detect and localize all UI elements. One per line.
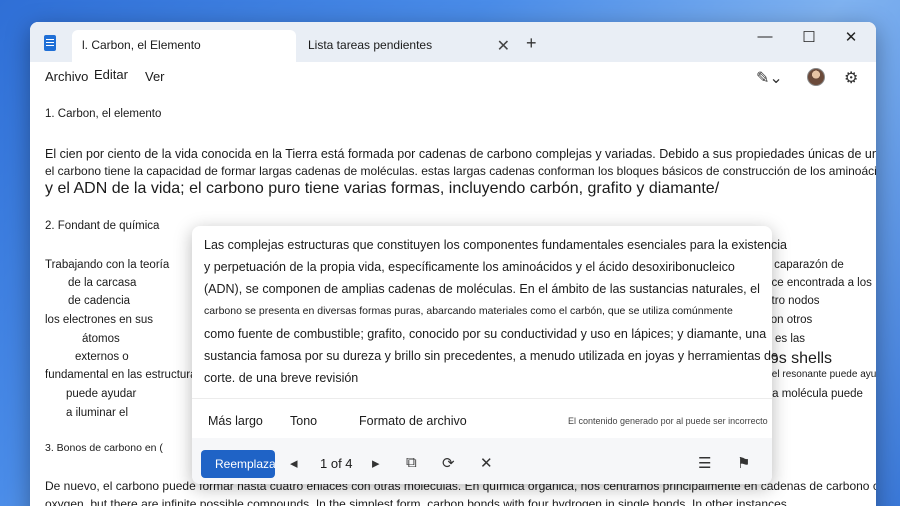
suggestion-line: Las complejas estructuras que constituye… — [204, 238, 787, 252]
chevron-right-icon[interactable]: ▸ — [372, 454, 380, 472]
new-tab-icon[interactable]: + — [526, 33, 537, 54]
tab-label: Lista tareas pendientes — [308, 38, 433, 52]
replace-button[interactable]: Reemplazar — [201, 450, 275, 478]
notepad-window: l. Carbon, el Elemento Lista tareas pend… — [30, 22, 876, 506]
menu-ver[interactable]: Ver — [145, 69, 165, 84]
tab-label: l. Carbon, el Elemento — [82, 38, 201, 52]
suggestion-line: y perpetuación de la propia vida, especí… — [204, 260, 735, 274]
gear-icon[interactable]: ⚙ — [844, 68, 858, 88]
right-fragment: con otros — [765, 314, 813, 326]
paragraph-1-line-1: El cien por ciento de la vida conocida e… — [45, 147, 876, 161]
close-window-icon[interactable]: ✕ — [836, 28, 866, 46]
copilot-rewrite-icon[interactable]: ✎⌄ — [756, 68, 783, 88]
right-fragment: es las — [775, 333, 806, 345]
rewrite-popup: Las complejas estructuras que constituye… — [192, 226, 787, 484]
option-tone[interactable]: Tono — [290, 414, 317, 428]
left-fragment: de cadencia — [68, 295, 131, 307]
menu-bar: Archivo Editar Ver ✎⌄ ⚙ — [30, 62, 876, 94]
suggestion-line: sustancia famosa por su dureza y brillo … — [204, 349, 778, 363]
maximize-icon[interactable]: ☐ — [794, 28, 824, 46]
regenerate-icon[interactable]: ⟳ — [442, 454, 455, 472]
rewrite-actions: Reemplazar ◂ 1 of 4 ▸ ⧉ ⟳ ✕ ☰ ⚑ — [192, 438, 772, 484]
tab-carbon-element[interactable]: l. Carbon, el Elemento — [72, 30, 296, 62]
flag-icon[interactable]: ⚑ — [737, 454, 750, 472]
chevron-left-icon[interactable]: ◂ — [290, 454, 298, 472]
option-format[interactable]: Formato de archivo — [359, 414, 467, 428]
suggestion-line: carbono se presenta en diversas formas p… — [204, 305, 733, 317]
notepad-icon — [44, 35, 56, 51]
left-fragment: a iluminar el — [66, 407, 128, 419]
heading-2: 2. Fondant de química — [45, 220, 160, 232]
suggestion-line: (ADN), se componen de amplias cadenas de… — [204, 282, 760, 296]
heading-3: 3. Bonos de carbono en ( — [45, 442, 163, 454]
suggestion-pager: 1 of 4 — [320, 456, 353, 471]
tab-todo-list[interactable]: Lista tareas pendientes ✕ — [298, 30, 520, 62]
suggestion-line: corte. de una breve revisión — [204, 371, 359, 385]
paragraph-1-line-2: el carbono tiene la capacidad de formar … — [45, 164, 876, 178]
heading-1: 1. Carbon, el elemento — [45, 108, 162, 120]
title-bar: l. Carbon, el Elemento Lista tareas pend… — [30, 22, 876, 62]
left-fragment: externos o — [75, 351, 129, 363]
close-icon[interactable]: ✕ — [480, 454, 493, 472]
stack-icon[interactable]: ☰ — [698, 454, 711, 472]
left-fragment: átomos — [82, 333, 120, 345]
left-fragment: los electrones en sus — [45, 314, 154, 326]
avatar[interactable] — [807, 68, 825, 86]
paragraph-3-line-2: oxygen, but there are infinite possible … — [45, 497, 787, 506]
menu-editar[interactable]: Editar — [94, 67, 128, 82]
left-fragment: Trabajando con la teoría — [45, 259, 170, 271]
close-tab-icon[interactable]: ✕ — [497, 36, 510, 56]
minimize-icon[interactable]: — — [750, 28, 780, 45]
option-longer[interactable]: Más largo — [208, 414, 263, 428]
suggestion-line: como fuente de combustible; grafito, con… — [204, 327, 767, 341]
divider — [192, 398, 772, 399]
left-fragment: puede ayudar — [66, 388, 137, 400]
copy-icon[interactable]: ⧉ — [406, 454, 417, 471]
left-fragment: fundamental en las estructuras) — [45, 369, 207, 381]
paragraph-1-line-3: y el ADN de la vida; el carbono puro tie… — [45, 180, 720, 197]
left-fragment: de la carcasa — [68, 277, 137, 289]
ai-disclaimer: El contenido generado por al puede ser i… — [568, 416, 768, 426]
menu-archivo[interactable]: Archivo — [45, 69, 88, 84]
